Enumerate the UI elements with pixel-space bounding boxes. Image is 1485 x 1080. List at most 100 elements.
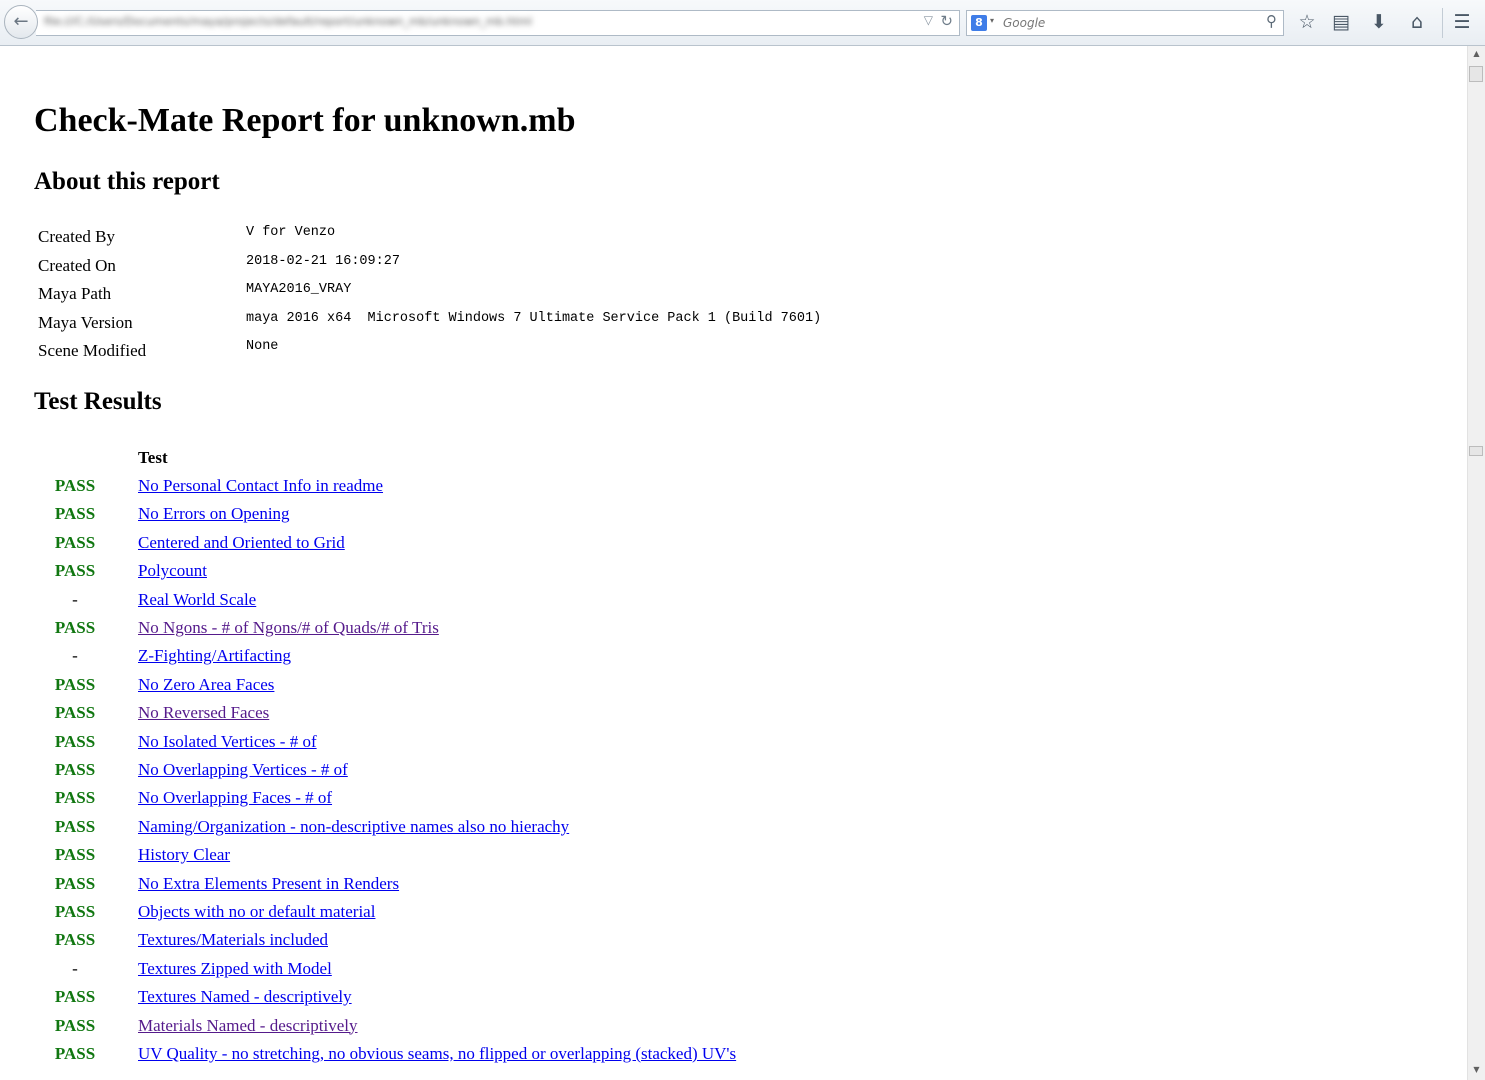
- result-status: PASS: [54, 731, 96, 751]
- home-icon[interactable]: ⌂: [1404, 9, 1430, 35]
- result-row: PASS No Extra Elements Present in Renders: [34, 874, 1034, 898]
- test-link[interactable]: Centered and Oriented to Grid: [138, 533, 345, 553]
- scroll-track-marker: [1469, 446, 1483, 456]
- about-value: V for Venzo: [246, 225, 336, 240]
- address-bar[interactable]: file:///C:/Users/Documents/maya/projects…: [36, 10, 960, 36]
- result-row: - Textures Zipped with Model: [34, 959, 1034, 983]
- result-status: PASS: [54, 902, 96, 921]
- test-column-header: Test: [138, 448, 168, 467]
- result-status: PASS: [54, 845, 96, 865]
- back-button[interactable]: ←: [4, 5, 38, 39]
- search-input[interactable]: [1003, 14, 1233, 32]
- result-row: PASS Naming/Organization - non-descriptiv…: [34, 817, 1034, 841]
- result-status: PASS: [54, 618, 96, 637]
- test-link[interactable]: No Zero Area Faces: [138, 675, 274, 695]
- result-row: PASS Textures Named - descriptively: [34, 987, 1034, 1011]
- result-status: PASS: [54, 760, 96, 779]
- result-row: - Real World Scale: [34, 590, 1034, 614]
- result-row: PASS No Reversed Faces: [34, 703, 1034, 727]
- result-row: PASS No Errors on Opening: [34, 504, 1034, 528]
- search-magnifier-icon[interactable]: ⚲: [1266, 12, 1277, 30]
- result-row: PASS Centered and Oriented to Grid: [34, 533, 1034, 557]
- vertical-scrollbar[interactable]: ▲ ▼: [1467, 46, 1485, 1080]
- menu-icon[interactable]: ☰: [1449, 9, 1475, 35]
- about-row: Created By V for Venzo: [34, 225, 1034, 251]
- test-link[interactable]: Polycount: [138, 561, 207, 581]
- browser-toolbar: file:///C:/Users/Documents/maya/projects…: [0, 0, 1485, 46]
- result-row: PASS No Zero Area Faces: [34, 675, 1034, 699]
- test-link[interactable]: No Errors on Opening: [138, 504, 290, 524]
- search-engine-icon[interactable]: 8: [971, 15, 987, 31]
- about-value: 2018-02-21 16:09:27: [246, 253, 400, 269]
- result-status: PASS: [54, 873, 96, 893]
- result-row: PASS No Personal Contact Info in readme: [34, 476, 1034, 500]
- result-status: PASS: [54, 532, 96, 552]
- downloads-icon[interactable]: ⬇: [1366, 9, 1392, 35]
- scroll-up-arrow-icon[interactable]: ▲: [1468, 46, 1485, 62]
- about-label: Maya Path: [38, 284, 112, 303]
- about-label: Created On: [38, 255, 116, 275]
- test-link[interactable]: Real World Scale: [138, 590, 256, 610]
- test-link[interactable]: Textures Zipped with Model: [138, 959, 332, 979]
- test-link[interactable]: No Extra Elements Present in Renders: [138, 874, 399, 894]
- result-status: PASS: [54, 987, 96, 1007]
- result-status: PASS: [54, 788, 96, 808]
- test-link[interactable]: Materials Named - descriptively: [138, 1016, 358, 1036]
- scroll-down-arrow-icon[interactable]: ▼: [1468, 1062, 1485, 1078]
- reading-list-icon[interactable]: ▤: [1328, 9, 1354, 35]
- result-status: -: [72, 958, 78, 978]
- search-bar[interactable]: 8 ▾ ⚲: [966, 10, 1284, 36]
- search-engine-dropdown-icon[interactable]: ▾: [990, 16, 994, 25]
- result-status: -: [72, 589, 78, 609]
- test-link[interactable]: History Clear: [138, 845, 230, 865]
- page-title: Check-Mate Report for unknown.mb: [34, 102, 576, 139]
- result-row: PASS No Isolated Vertices - # of: [34, 732, 1034, 756]
- bookmark-star-icon[interactable]: ☆: [1294, 9, 1320, 35]
- test-link[interactable]: No Ngons - # of Ngons/# of Quads/# of Tr…: [138, 618, 439, 638]
- about-label: Maya Version: [38, 312, 133, 332]
- result-status: -: [72, 646, 78, 666]
- about-label: Created By: [38, 227, 115, 246]
- result-row: PASS Polycount: [34, 561, 1034, 585]
- about-value: MAYA2016_VRAY: [246, 282, 352, 297]
- about-row: Scene Modified None: [34, 339, 1034, 365]
- test-link[interactable]: Objects with no or default material: [138, 902, 375, 922]
- test-link[interactable]: No Overlapping Vertices - # of: [138, 760, 348, 780]
- result-status: PASS: [54, 816, 96, 836]
- result-status: PASS: [54, 1044, 96, 1063]
- about-row: Maya Path MAYA2016_VRAY: [34, 282, 1034, 308]
- test-link[interactable]: Textures Named - descriptively: [138, 987, 352, 1007]
- about-row: Created On 2018-02-21 16:09:27: [34, 253, 1034, 280]
- about-label: Scene Modified: [38, 341, 147, 360]
- result-row: PASS Textures/Materials included: [34, 930, 1034, 954]
- result-status: PASS: [54, 930, 96, 950]
- test-link[interactable]: Z-Fighting/Artifacting: [138, 646, 291, 666]
- results-heading: Test Results: [34, 388, 162, 415]
- test-link[interactable]: No Overlapping Faces - # of: [138, 788, 332, 808]
- url-history-dropdown-icon[interactable]: ▽: [924, 13, 933, 27]
- reload-icon[interactable]: ↻: [940, 12, 953, 30]
- result-row: PASS Materials Named - descriptively: [34, 1016, 1034, 1040]
- about-value: None: [246, 339, 279, 354]
- test-link[interactable]: No Reversed Faces: [138, 703, 269, 723]
- test-link[interactable]: Textures/Materials included: [138, 930, 328, 950]
- scroll-thumb[interactable]: [1469, 66, 1483, 82]
- result-row: - Z-Fighting/Artifacting: [34, 646, 1034, 670]
- result-row: PASS Objects with no or default material: [34, 902, 1034, 926]
- back-arrow-icon: ←: [13, 11, 29, 32]
- result-status: PASS: [54, 703, 96, 723]
- result-status: PASS: [54, 561, 96, 581]
- result-row: PASS History Clear: [34, 845, 1034, 869]
- url-text[interactable]: file:///C:/Users/Documents/maya/projects…: [44, 15, 634, 31]
- result-row: PASS No Overlapping Vertices - # of: [34, 760, 1034, 784]
- result-row: PASS No Overlapping Faces - # of: [34, 788, 1034, 812]
- test-link[interactable]: Naming/Organization - non-descriptive na…: [138, 817, 569, 837]
- about-row: Maya Version maya 2016 x64 Microsoft Wind…: [34, 311, 1034, 337]
- test-link[interactable]: No Personal Contact Info in readme: [138, 476, 383, 496]
- test-link[interactable]: No Isolated Vertices - # of: [138, 732, 317, 752]
- result-row: PASS UV Quality - no stretching, no obvio…: [34, 1044, 1034, 1068]
- result-status: PASS: [54, 674, 96, 694]
- toolbar-separator: [1442, 8, 1443, 38]
- test-link[interactable]: UV Quality - no stretching, no obvious s…: [138, 1044, 736, 1064]
- result-row: PASS No Ngons - # of Ngons/# of Quads/# o…: [34, 618, 1034, 642]
